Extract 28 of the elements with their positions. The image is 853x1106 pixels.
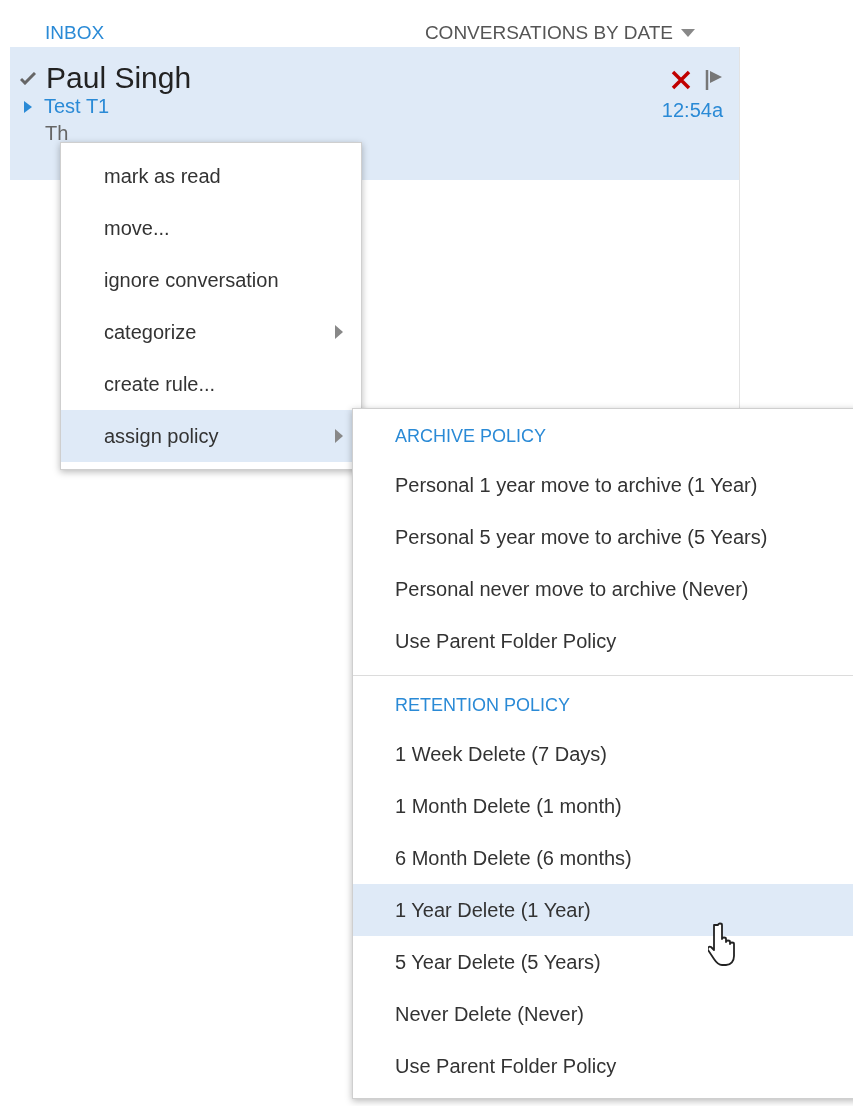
folder-title[interactable]: INBOX [45,22,105,44]
menu-item[interactable]: categorize [61,306,361,358]
flag-icon[interactable] [705,69,723,91]
dropdown-caret-icon[interactable] [681,29,695,37]
message-preview: Th [44,122,70,145]
section-heading: RETENTION POLICY [394,693,572,717]
sort-label[interactable]: CONVERSATIONS BY DATE [424,22,673,44]
sender-name: Paul Singh [46,61,192,95]
message-subject: Test T1 [44,95,110,118]
check-icon[interactable] [20,71,36,85]
menu-item[interactable]: Use Parent Folder Policy [353,615,853,667]
menu-item[interactable]: create rule... [61,358,361,410]
menu-item[interactable]: Personal 1 year move to archive (1 Year) [353,459,853,511]
menu-item[interactable]: ignore conversation [61,254,361,306]
menu-item[interactable]: 1 Week Delete (7 Days) [353,728,853,780]
delete-icon[interactable] [671,70,691,90]
menu-item[interactable]: 6 Month Delete (6 months) [353,832,853,884]
message-time: 12:54a [661,99,723,122]
menu-item[interactable]: Use Parent Folder Policy [353,1040,853,1092]
menu-item[interactable]: Personal never move to archive (Never) [353,563,853,615]
menu-item[interactable]: 1 Month Delete (1 month) [353,780,853,832]
menu-item[interactable]: move... [61,202,361,254]
expand-arrow-icon[interactable] [24,100,32,113]
menu-item[interactable]: Never Delete (Never) [353,988,853,1040]
menu-item[interactable]: 5 Year Delete (5 Years) [353,936,853,988]
menu-item[interactable]: Personal 5 year move to archive (5 Years) [353,511,853,563]
section-heading: ARCHIVE POLICY [394,424,548,448]
menu-item[interactable]: 1 Year Delete (1 Year) [353,884,853,936]
